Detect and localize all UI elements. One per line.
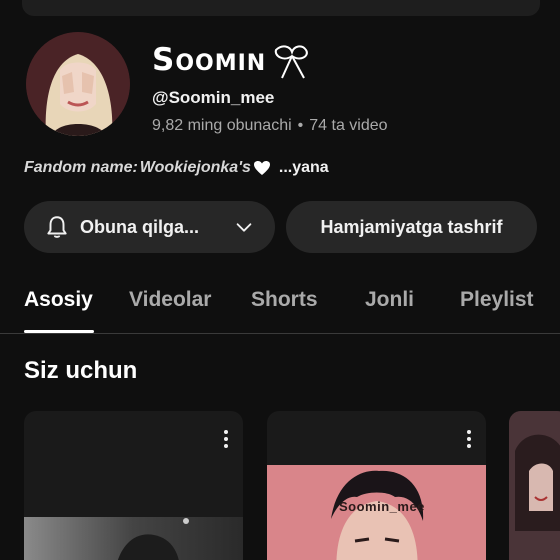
tab-shorts[interactable]: Shorts [251, 288, 318, 312]
description-more-link[interactable]: ...yana [279, 159, 329, 177]
channel-name: Soomin [152, 40, 314, 80]
chevron-down-icon [236, 223, 252, 232]
channel-description[interactable]: Fandom name: Wookiejonka's ...yana [24, 159, 329, 177]
channel-handle: @Soomin_mee [152, 88, 275, 107]
more-options-icon[interactable] [466, 429, 472, 449]
community-label: Hamjamiyatga tashrif [320, 216, 503, 237]
tab-home[interactable]: Asosiy [24, 288, 93, 312]
tab-live[interactable]: Jonli [365, 288, 414, 312]
video-thumbnail [509, 411, 560, 560]
video-count: 74 ta video [309, 117, 388, 134]
section-title: Siz uchun [24, 357, 138, 384]
bell-icon [47, 216, 67, 238]
tab-playlists[interactable]: Pleylist [460, 288, 534, 312]
channel-avatar[interactable] [26, 32, 130, 136]
channel-banner [22, 0, 540, 16]
thumbnail-overlay-text: Soomin_mee [339, 499, 425, 514]
avatar-image [26, 32, 130, 136]
fandom-value: Wookiejonka's [139, 159, 251, 176]
white-heart-icon [253, 160, 271, 176]
stats-separator: • [297, 117, 304, 134]
visit-community-button[interactable]: Hamjamiyatga tashrif [286, 201, 537, 253]
video-card[interactable] [509, 411, 560, 560]
channel-tabs: Asosiy Videolar Shorts Jonli Pleylist [0, 276, 560, 334]
subscribed-button[interactable]: Obuna qilga... [24, 201, 275, 253]
tab-videos[interactable]: Videolar [129, 288, 211, 312]
video-card[interactable] [24, 411, 243, 560]
fandom-label: Fandom name: [24, 159, 138, 176]
video-card[interactable]: Soomin_mee [267, 411, 486, 560]
subscribe-label: Obuna qilga... [80, 216, 200, 237]
more-options-icon[interactable] [223, 429, 229, 449]
ribbon-icon [275, 45, 309, 79]
subscriber-count: 9,82 ming obunachi [152, 117, 292, 134]
channel-name-text: Soomin [152, 42, 267, 78]
active-tab-indicator [24, 330, 94, 333]
video-thumbnail [24, 517, 243, 560]
channel-stats: 9,82 ming obunachi • 74 ta video [152, 117, 388, 135]
